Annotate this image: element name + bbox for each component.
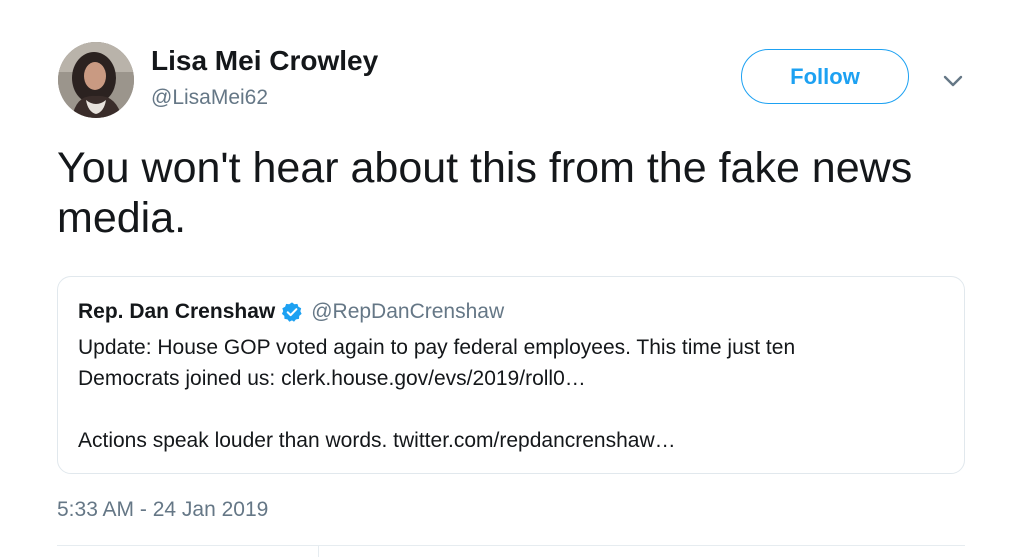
quoted-tweet-line: Update: House GOP voted again to pay fed… <box>78 336 796 359</box>
follow-button[interactable]: Follow <box>741 49 909 104</box>
divider-tick <box>318 546 319 557</box>
quoted-author-handle: @RepDanCrenshaw <box>311 300 505 323</box>
verified-badge-icon <box>281 301 303 323</box>
quoted-tweet-line: Democrats joined us: clerk.house.gov/evs… <box>78 367 586 390</box>
quoted-tweet-card[interactable]: Rep. Dan Crenshaw @RepDanCrenshaw Update… <box>57 276 965 474</box>
author-name[interactable]: Lisa Mei Crowley <box>151 45 378 77</box>
quoted-tweet-text: Update: House GOP voted again to pay fed… <box>78 332 938 456</box>
quoted-tweet-header: Rep. Dan Crenshaw @RepDanCrenshaw <box>78 300 504 324</box>
divider <box>57 545 965 546</box>
quoted-author-name: Rep. Dan Crenshaw <box>78 300 276 323</box>
author-handle[interactable]: @LisaMei62 <box>151 86 268 110</box>
tweet-text: You won't hear about this from the fake … <box>57 144 913 242</box>
chevron-down-icon[interactable] <box>940 68 966 94</box>
tweet-timestamp[interactable]: 5:33 AM - 24 Jan 2019 <box>57 498 268 522</box>
avatar-image <box>58 42 134 118</box>
quoted-tweet-line: Actions speak louder than words. twitter… <box>78 429 676 452</box>
author-avatar[interactable] <box>58 42 134 118</box>
